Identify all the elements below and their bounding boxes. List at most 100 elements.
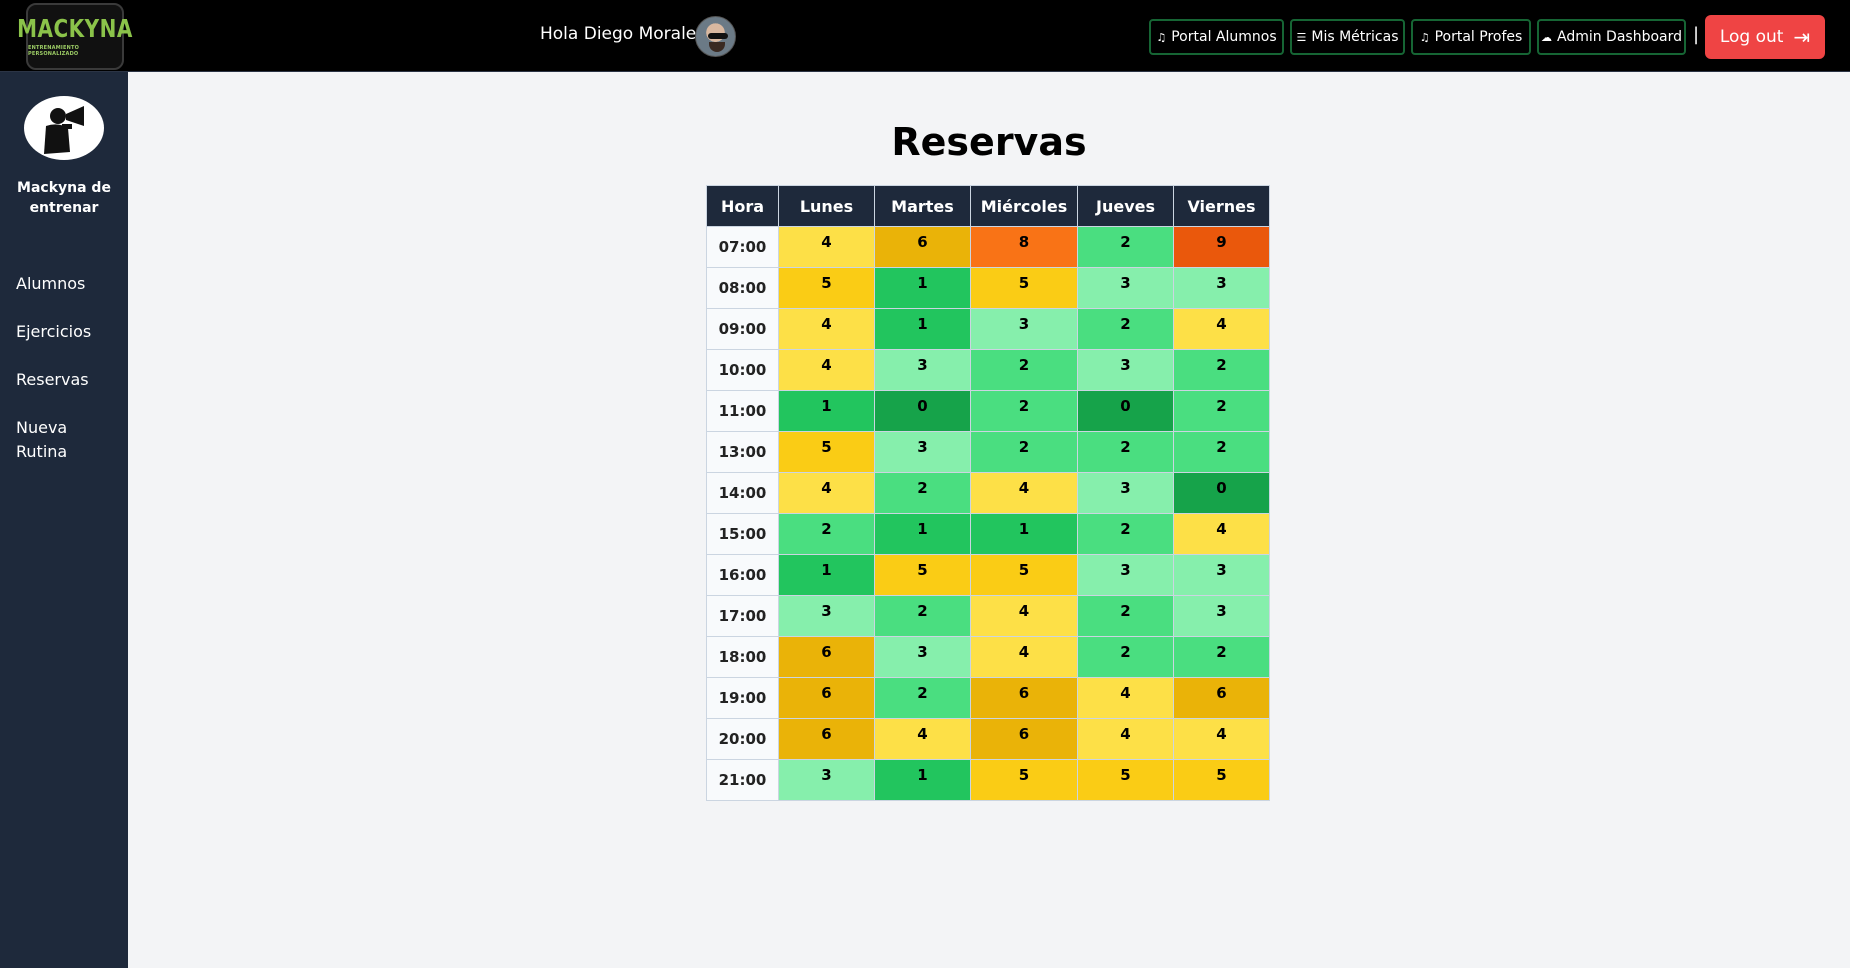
reservation-count-cell[interactable]: 6 <box>1173 677 1270 719</box>
reservation-count-cell[interactable]: 4 <box>778 226 875 268</box>
reservation-count-cell[interactable]: 4 <box>778 349 875 391</box>
reservation-count-cell[interactable]: 1 <box>874 267 971 309</box>
reservation-count-cell[interactable]: 5 <box>874 554 971 596</box>
music-note-icon: ♫ <box>1156 30 1167 44</box>
logout-label: Log out <box>1719 27 1784 47</box>
reservation-count-cell[interactable]: 1 <box>970 513 1078 555</box>
user-avatar[interactable] <box>695 16 736 57</box>
reservation-count-cell[interactable]: 3 <box>970 308 1078 350</box>
page-title: Reservas <box>891 120 1087 164</box>
reservation-count-cell[interactable]: 3 <box>874 349 971 391</box>
brand-logo[interactable]: MACKYNA ENTRENAMIENTO PERSONALIZADO <box>17 3 132 70</box>
nav-separator: | <box>1693 24 1700 45</box>
reservation-count-cell[interactable]: 2 <box>970 349 1078 391</box>
reservation-count-cell[interactable]: 3 <box>874 431 971 473</box>
reservation-count-cell[interactable]: 2 <box>1173 349 1270 391</box>
reservation-count-cell[interactable]: 5 <box>970 759 1078 801</box>
reservation-count-cell[interactable]: 4 <box>874 718 971 760</box>
hour-cell: 17:00 <box>706 595 779 637</box>
sidebar-item-ejercicios[interactable]: Ejercicios <box>16 320 91 344</box>
column-header-martes: Martes <box>874 185 971 227</box>
avatar-glasses <box>708 33 728 39</box>
reservation-count-cell[interactable]: 3 <box>778 759 875 801</box>
reservation-count-cell[interactable]: 2 <box>874 677 971 719</box>
reservation-count-cell[interactable]: 4 <box>1173 308 1270 350</box>
reservation-count-cell[interactable]: 6 <box>970 677 1078 719</box>
reservation-count-cell[interactable]: 9 <box>1173 226 1270 268</box>
reservation-count-cell[interactable]: 2 <box>1173 431 1270 473</box>
logout-button[interactable]: Log out ⇥ <box>1705 15 1825 59</box>
greeting-text: Hola Diego Morales! <box>540 24 712 44</box>
reservation-count-cell[interactable]: 4 <box>970 636 1078 678</box>
reservation-count-cell[interactable]: 4 <box>1077 718 1174 760</box>
reservation-count-cell[interactable]: 1 <box>874 759 971 801</box>
admin-dashboard-button[interactable]: ☁ Admin Dashboard <box>1537 19 1686 55</box>
reservation-count-cell[interactable]: 4 <box>778 308 875 350</box>
reservation-count-cell[interactable]: 3 <box>1077 472 1174 514</box>
table-row: 19:00 6 2 6 4 6 <box>706 677 1270 719</box>
nav-label: Admin Dashboard <box>1556 29 1683 45</box>
mis-metricas-button[interactable]: ☰ Mis Métricas <box>1290 19 1405 55</box>
reservation-count-cell[interactable]: 5 <box>778 267 875 309</box>
reservation-count-cell[interactable]: 3 <box>874 636 971 678</box>
reservation-count-cell[interactable]: 0 <box>1077 390 1174 432</box>
logout-icon: ⇥ <box>1793 25 1811 49</box>
reservation-count-cell[interactable]: 5 <box>778 431 875 473</box>
reservation-count-cell[interactable]: 4 <box>970 595 1078 637</box>
reservation-count-cell[interactable]: 4 <box>1173 513 1270 555</box>
reservation-count-cell[interactable]: 6 <box>778 718 875 760</box>
avatar-beard <box>709 42 725 52</box>
portal-alumnos-button[interactable]: ♫ Portal Alumnos <box>1149 19 1284 55</box>
reservation-count-cell[interactable]: 4 <box>1173 718 1270 760</box>
reservation-count-cell[interactable]: 2 <box>874 472 971 514</box>
reservation-count-cell[interactable]: 6 <box>778 636 875 678</box>
reservation-count-cell[interactable]: 1 <box>778 390 875 432</box>
reservation-count-cell[interactable]: 4 <box>1077 677 1174 719</box>
table-body: 07:00 4 6 8 2 9 08:00 5 1 5 3 3 09:00 4 1 3 2 4 10:00 4 3 2 3 2… <box>706 226 1270 801</box>
reservation-count-cell[interactable]: 3 <box>1077 349 1174 391</box>
reservation-count-cell[interactable]: 6 <box>970 718 1078 760</box>
reservation-count-cell[interactable]: 2 <box>1173 390 1270 432</box>
reservation-count-cell[interactable]: 8 <box>970 226 1078 268</box>
reservation-count-cell[interactable]: 3 <box>1173 267 1270 309</box>
table-row: 10:00 4 3 2 3 2 <box>706 349 1270 391</box>
reservation-count-cell[interactable]: 3 <box>1077 267 1174 309</box>
reservation-count-cell[interactable]: 1 <box>778 554 875 596</box>
reservation-count-cell[interactable]: 2 <box>1077 431 1174 473</box>
reservation-count-cell[interactable]: 2 <box>874 595 971 637</box>
hour-cell: 09:00 <box>706 308 779 350</box>
reservation-count-cell[interactable]: 2 <box>970 390 1078 432</box>
nav-label: Portal Alumnos <box>1171 29 1277 45</box>
reservation-count-cell[interactable]: 5 <box>970 554 1078 596</box>
reservation-count-cell[interactable]: 6 <box>874 226 971 268</box>
reservation-count-cell[interactable]: 2 <box>970 431 1078 473</box>
reservation-count-cell[interactable]: 4 <box>778 472 875 514</box>
reservation-count-cell[interactable]: 2 <box>1077 226 1174 268</box>
reservation-count-cell[interactable]: 5 <box>1077 759 1174 801</box>
reservation-count-cell[interactable]: 0 <box>874 390 971 432</box>
reservation-count-cell[interactable]: 2 <box>778 513 875 555</box>
reservation-count-cell[interactable]: 5 <box>970 267 1078 309</box>
reservation-count-cell[interactable]: 2 <box>1077 636 1174 678</box>
reservation-count-cell[interactable]: 1 <box>874 308 971 350</box>
reservation-count-cell[interactable]: 3 <box>778 595 875 637</box>
reservation-count-cell[interactable]: 3 <box>1173 595 1270 637</box>
table-row: 18:00 6 3 4 2 2 <box>706 636 1270 678</box>
sidebar-item-alumnos[interactable]: Alumnos <box>16 272 85 296</box>
gym-name: Mackyna de entrenar <box>17 180 111 216</box>
reservation-count-cell[interactable]: 2 <box>1077 513 1174 555</box>
sidebar-item-reservas[interactable]: Reservas <box>16 368 89 392</box>
portal-profes-button[interactable]: ♫ Portal Profes <box>1411 19 1531 55</box>
sidebar-item-nueva-rutina[interactable]: Nueva Rutina <box>16 416 86 464</box>
reservation-count-cell[interactable]: 4 <box>970 472 1078 514</box>
reservation-count-cell[interactable]: 0 <box>1173 472 1270 514</box>
column-header-jueves: Jueves <box>1077 185 1174 227</box>
reservation-count-cell[interactable]: 6 <box>778 677 875 719</box>
reservation-count-cell[interactable]: 3 <box>1173 554 1270 596</box>
reservation-count-cell[interactable]: 1 <box>874 513 971 555</box>
reservation-count-cell[interactable]: 5 <box>1173 759 1270 801</box>
reservation-count-cell[interactable]: 2 <box>1173 636 1270 678</box>
reservation-count-cell[interactable]: 2 <box>1077 595 1174 637</box>
reservation-count-cell[interactable]: 2 <box>1077 308 1174 350</box>
reservation-count-cell[interactable]: 3 <box>1077 554 1174 596</box>
